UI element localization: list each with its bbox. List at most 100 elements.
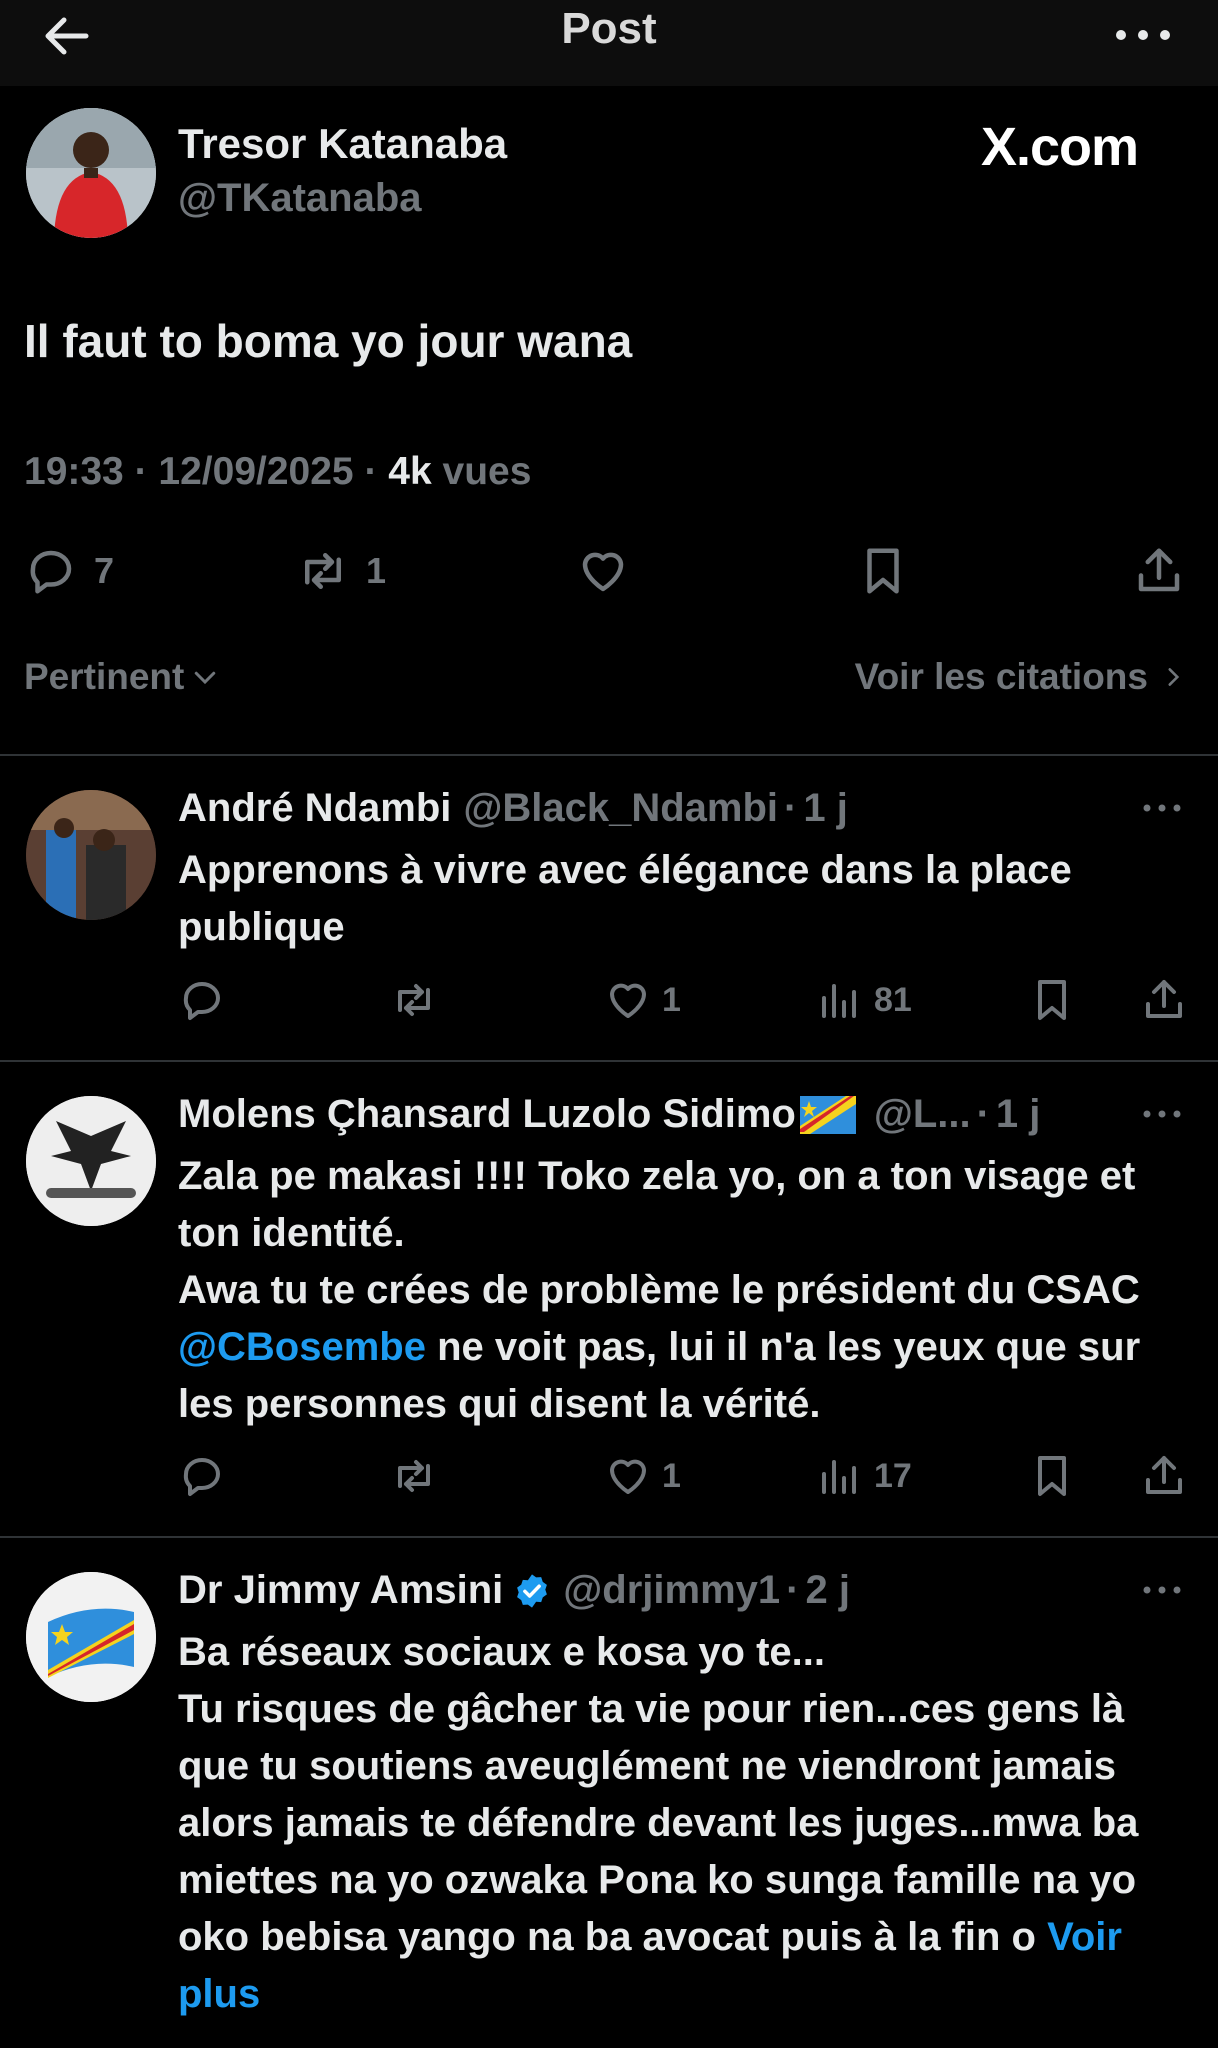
repost-button[interactable] xyxy=(390,1446,438,1506)
bookmark-icon xyxy=(1038,980,1066,1020)
reply-text: Ba réseaux sociaux e kosa yo te... Tu ri… xyxy=(178,1624,1198,2023)
analytics-icon xyxy=(822,984,856,1018)
avatar[interactable] xyxy=(26,1096,156,1226)
reply-text-line: Zala pe makasi !!!! Toko zela yo, on a t… xyxy=(178,1154,1136,1255)
more-icon xyxy=(1116,30,1170,40)
like-button[interactable]: 1 xyxy=(604,970,681,1030)
reply-author-handle[interactable]: @L... xyxy=(874,1092,971,1137)
share-button[interactable] xyxy=(1132,536,1186,606)
repost-button[interactable] xyxy=(390,970,438,1030)
chevron-right-icon xyxy=(1168,668,1180,686)
view-quotes-link[interactable]: Voir les citations xyxy=(855,656,1186,698)
chevron-down-icon xyxy=(195,671,216,685)
like-button[interactable] xyxy=(576,536,630,606)
reply-author-handle[interactable]: @Black_Ndambi xyxy=(463,786,778,831)
post-meta: 19:33 · 12/09/2025 · 4k vues xyxy=(24,450,532,493)
reply-author-handle[interactable]: @drjimmy1 xyxy=(563,1568,780,1613)
repost-icon xyxy=(398,984,430,1016)
reply-text-part: Tu risques de gâcher ta vie pour rien...… xyxy=(178,1687,1139,1959)
page-title: Post xyxy=(561,4,657,53)
like-count: 1 xyxy=(662,1456,681,1495)
reply-more-button[interactable] xyxy=(1132,1094,1192,1134)
view-quotes-label: Voir les citations xyxy=(854,656,1148,697)
reply-action-bar: 1 81 xyxy=(0,970,1218,1030)
reply-text: Zala pe makasi !!!! Toko zela yo, on a t… xyxy=(178,1148,1198,1433)
share-button[interactable] xyxy=(1140,1446,1188,1506)
reply-more-button[interactable] xyxy=(1132,1570,1192,1610)
views-button[interactable]: 81 xyxy=(816,970,912,1030)
view-count: 81 xyxy=(874,980,912,1019)
reply-author-name[interactable]: André Ndambi xyxy=(178,786,451,831)
reply-text-line: Awa tu te crées de problème le président… xyxy=(178,1262,1198,1433)
dot-separator: · xyxy=(784,786,798,830)
avatar-image xyxy=(26,1572,156,1702)
more-icon xyxy=(1143,1586,1181,1594)
dot-separator: · xyxy=(786,1568,800,1612)
divider xyxy=(0,1536,1218,1538)
bookmark-button[interactable] xyxy=(1028,1446,1076,1506)
views-label: vues xyxy=(442,450,532,493)
heart-icon xyxy=(610,983,646,1018)
reply-author-name[interactable]: Dr Jimmy Amsini xyxy=(178,1568,503,1613)
share-button[interactable] xyxy=(1140,970,1188,1030)
mention-link[interactable]: @CBosembe xyxy=(178,1325,426,1369)
divider xyxy=(0,1060,1218,1062)
bookmark-icon xyxy=(1038,1456,1066,1496)
view-count: 17 xyxy=(874,1456,912,1495)
repost-count: 1 xyxy=(366,550,387,591)
share-icon xyxy=(1138,548,1180,592)
reply-age: 1 j xyxy=(995,1092,1041,1136)
repost-button[interactable]: 1 xyxy=(296,536,386,606)
reply-button[interactable]: 7 xyxy=(24,536,114,606)
drc-flag-icon xyxy=(799,1095,856,1134)
reply-age: 2 j xyxy=(805,1568,850,1612)
reply-button[interactable] xyxy=(178,970,226,1030)
reply-text-line: Ba réseaux sociaux e kosa yo te... xyxy=(178,1630,826,1674)
sort-dropdown[interactable]: Pertinent xyxy=(24,656,220,698)
analytics-icon xyxy=(822,1460,856,1494)
comment-icon xyxy=(183,982,220,1020)
comment-icon xyxy=(183,1458,220,1496)
bookmark-button[interactable] xyxy=(1028,970,1076,1030)
avatar-image xyxy=(26,108,156,238)
divider xyxy=(0,754,1218,756)
post-text: Il faut to boma yo jour wana xyxy=(24,315,633,367)
post-time: 19:33 xyxy=(24,450,124,493)
reply-text-part: Awa tu te crées de problème le président… xyxy=(178,1268,1140,1312)
reply-action-bar: 1 17 xyxy=(0,1446,1218,1506)
heart-icon xyxy=(582,552,624,592)
post-date: 12/09/2025 xyxy=(158,450,354,493)
bookmark-button[interactable] xyxy=(856,536,910,606)
author-handle[interactable]: @TKatanaba xyxy=(178,176,422,221)
comment-icon xyxy=(30,550,72,594)
reply-count: 7 xyxy=(94,550,115,591)
dot-separator: · xyxy=(976,1092,990,1136)
author-avatar[interactable] xyxy=(26,108,156,238)
avatar[interactable] xyxy=(26,790,156,920)
reply-age: 1 j xyxy=(803,786,848,830)
more-options-button[interactable] xyxy=(1108,10,1178,60)
repost-icon xyxy=(305,553,341,589)
views-button[interactable]: 17 xyxy=(816,1446,912,1506)
author-name[interactable]: Tresor Katanaba xyxy=(178,120,507,168)
repost-icon xyxy=(398,1460,430,1492)
reply-header: André Ndambi @Black_Ndambi · 1 j xyxy=(178,786,848,831)
avatar[interactable] xyxy=(26,1572,156,1702)
post-action-bar: 7 1 xyxy=(0,536,1218,606)
share-icon xyxy=(1146,980,1182,1018)
reply-text: Apprenons à vivre avec élégance dans la … xyxy=(178,848,1072,949)
reply-author-name[interactable]: Molens Çhansard Luzolo Sidimo xyxy=(178,1092,796,1137)
bookmark-icon xyxy=(867,548,899,594)
share-icon xyxy=(1146,1456,1182,1494)
like-button[interactable]: 1 xyxy=(604,1446,681,1506)
heart-icon xyxy=(610,1459,646,1494)
replies-sort-row: Pertinent Voir les citations xyxy=(0,656,1218,716)
reply-text-line: Tu risques de gâcher ta vie pour rien...… xyxy=(178,1681,1198,2023)
reply-button[interactable] xyxy=(178,1446,226,1506)
like-count: 1 xyxy=(662,980,681,1019)
reply-header: Dr Jimmy Amsini @drjimmy1 · 2 j xyxy=(178,1568,850,1613)
verified-badge-icon xyxy=(517,1573,548,1608)
reply-header: Molens Çhansard Luzolo Sidimo @L... · 1 … xyxy=(178,1092,1040,1137)
reply-more-button[interactable] xyxy=(1132,788,1192,828)
watermark-logo: X.com xyxy=(980,117,1139,177)
